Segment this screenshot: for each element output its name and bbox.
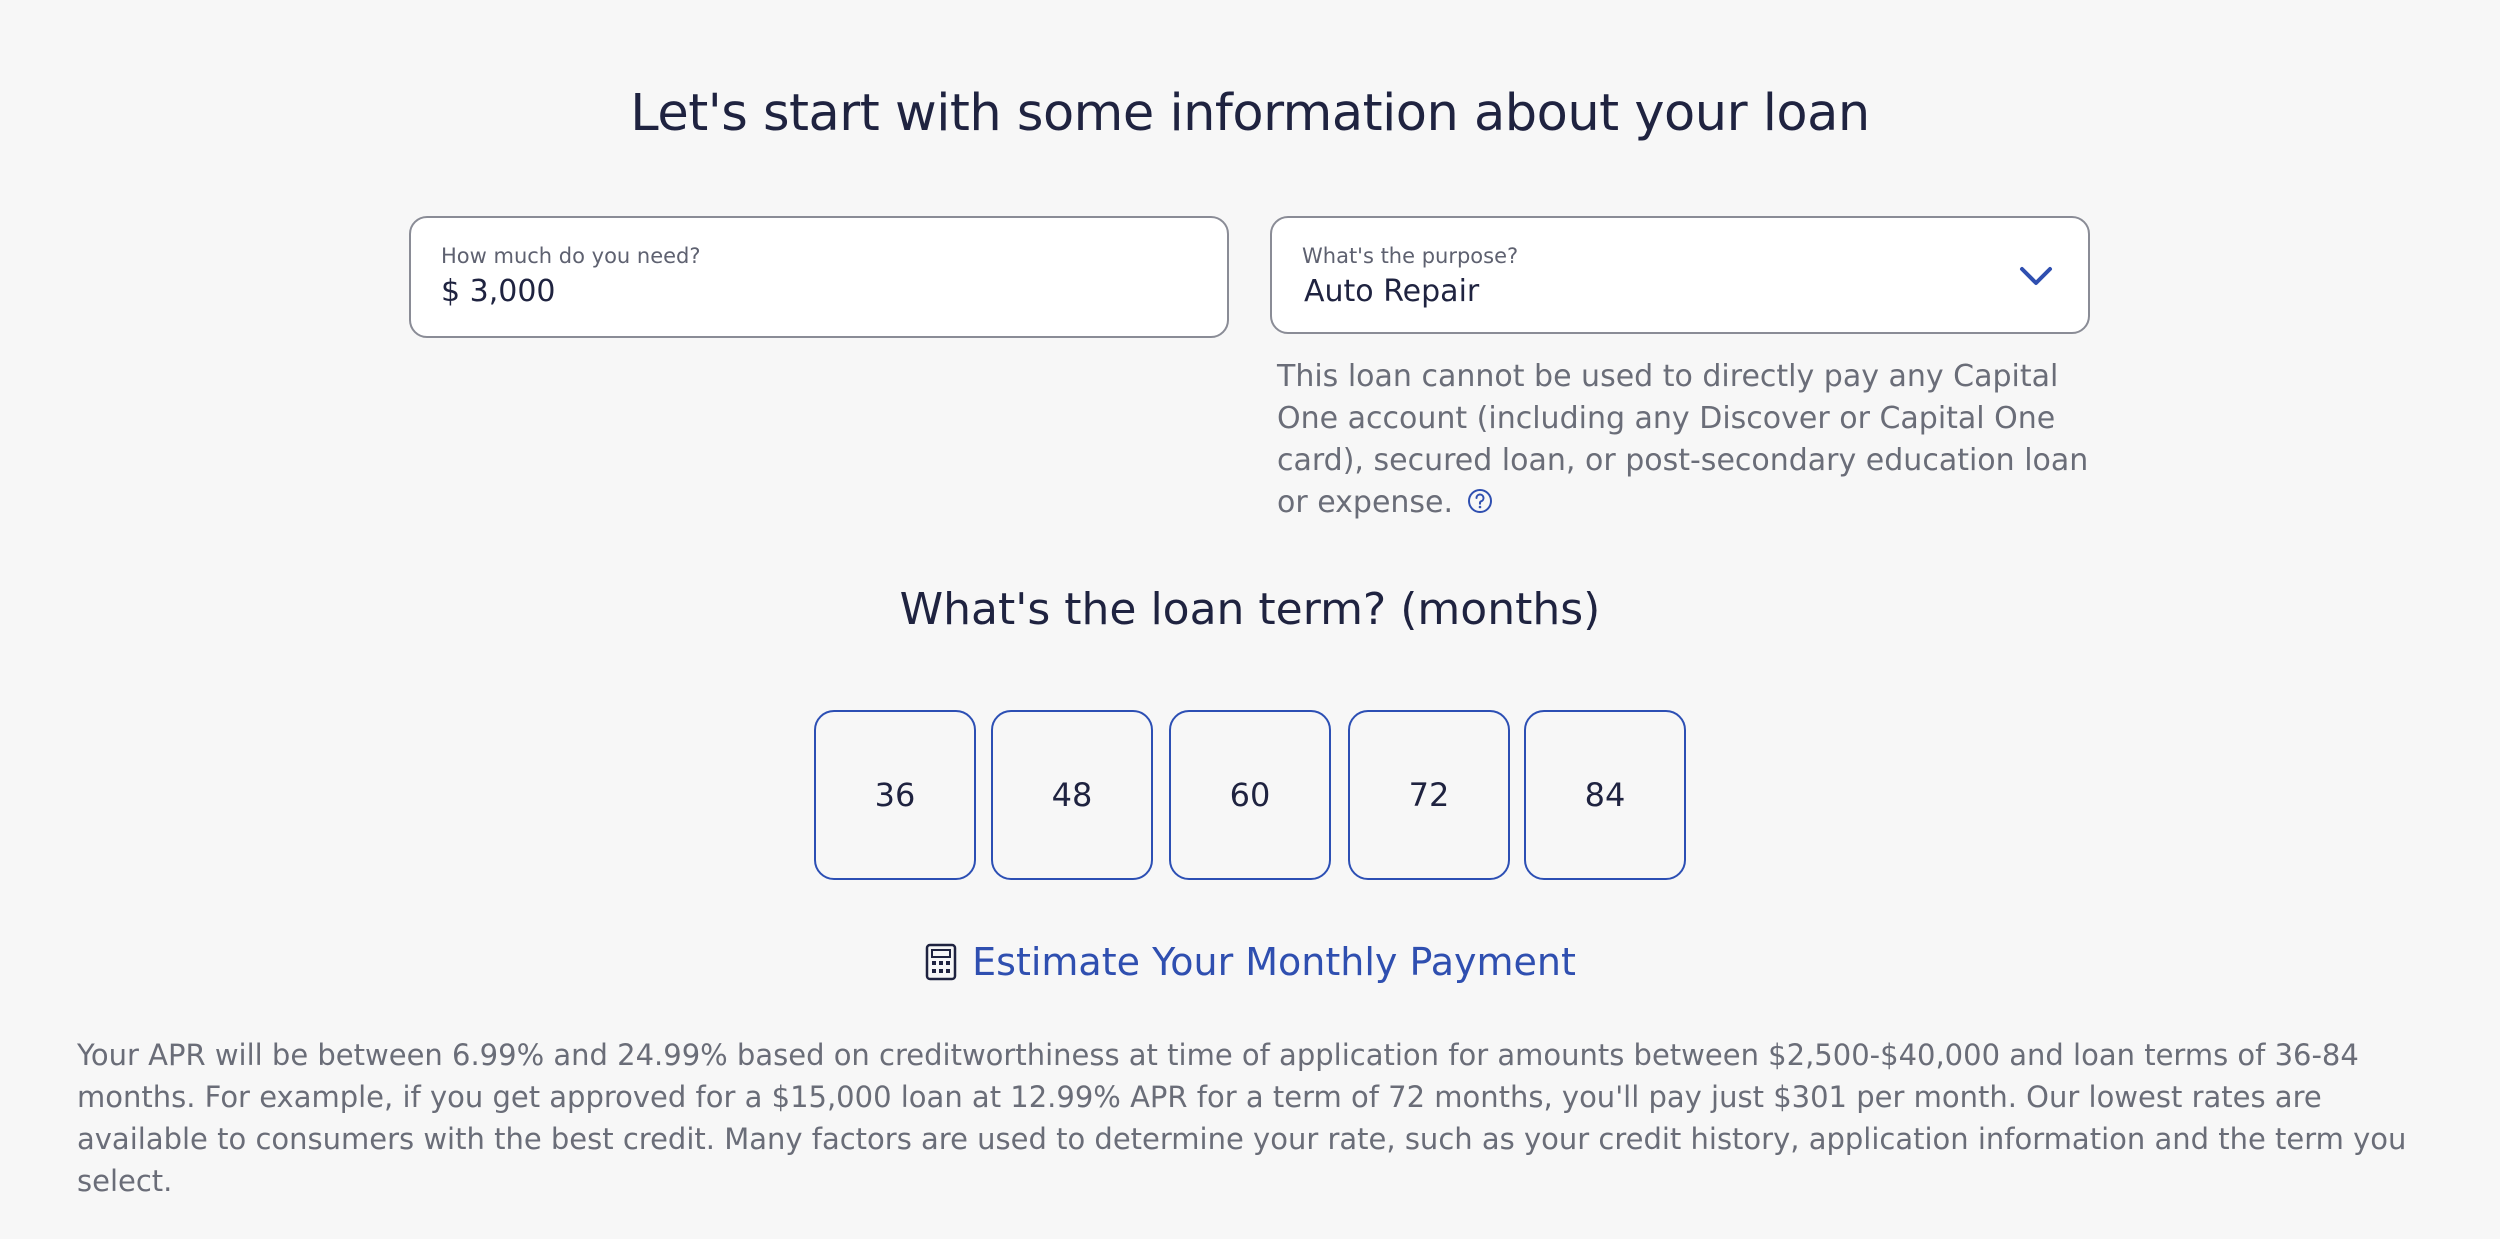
apr-disclosure: Your APR will be between 6.99% and 24.99… (77, 1038, 2407, 1198)
amount-field-label: How much do you need? (441, 244, 701, 268)
term-option-60[interactable]: 60 (1169, 710, 1331, 880)
purpose-disclaimer-text: This loan cannot be used to directly pay… (1277, 359, 2089, 520)
term-option-72[interactable]: 72 (1348, 710, 1510, 880)
purpose-disclaimer: This loan cannot be used to directly pay… (1277, 356, 2097, 524)
amount-input[interactable]: $ 3,000 (441, 274, 556, 309)
loan-term-title: What's the loan term? (months) (899, 584, 1601, 635)
term-option-48[interactable]: 48 (991, 710, 1153, 880)
estimate-payment-label[interactable]: Estimate Your Monthly Payment (972, 940, 1576, 984)
question-circle-icon[interactable] (1467, 488, 1493, 514)
purpose-select-label: What's the purpose? (1302, 244, 1519, 268)
term-option-84[interactable]: 84 (1524, 710, 1686, 880)
calculator-icon (925, 943, 957, 981)
page-title: Let's start with some information about … (630, 84, 1870, 143)
chevron-down-icon[interactable] (2014, 254, 2058, 298)
purpose-selected-value[interactable]: Auto Repair (1304, 274, 1479, 309)
purpose-select[interactable]: What's the purpose? Auto Repair (1270, 216, 2090, 334)
estimate-payment-link[interactable]: Estimate Your Monthly Payment (0, 940, 2500, 984)
amount-field[interactable]: How much do you need? $ 3,000 (409, 216, 1229, 338)
term-option-36[interactable]: 36 (814, 710, 976, 880)
